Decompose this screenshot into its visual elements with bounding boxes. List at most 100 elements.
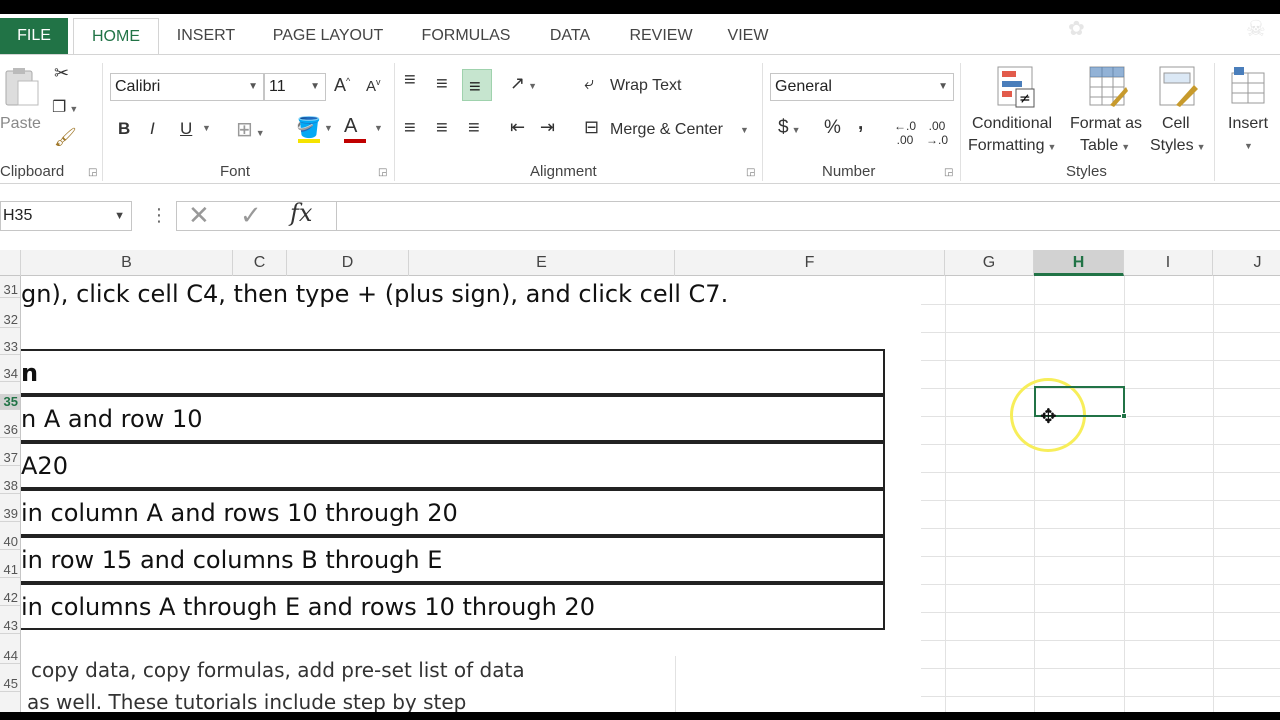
- decrease-decimal-icon[interactable]: .00 →.0: [926, 119, 948, 147]
- row-header-44[interactable]: 44: [0, 648, 20, 664]
- tab-data[interactable]: DATA: [540, 18, 600, 54]
- row-header-41[interactable]: 41: [0, 562, 20, 578]
- cell-styles-icon[interactable]: [1158, 65, 1198, 112]
- select-all-corner[interactable]: [0, 250, 21, 276]
- row-header-37[interactable]: 37: [0, 450, 20, 466]
- chevron-down-icon[interactable]: ▼: [374, 123, 383, 133]
- row-header-38[interactable]: 38: [0, 478, 20, 494]
- chevron-down-icon[interactable]: ▼: [740, 125, 749, 135]
- comma-button[interactable]: ,: [858, 113, 863, 135]
- conditional-formatting-icon[interactable]: ≠: [996, 65, 1036, 112]
- wrap-text-button[interactable]: Wrap Text: [610, 77, 681, 95]
- format-as-table-icon[interactable]: [1088, 65, 1128, 112]
- cut-icon[interactable]: ✂: [54, 63, 69, 84]
- name-box[interactable]: H35 ▼: [0, 201, 132, 231]
- table-row: n A and row 10: [21, 395, 885, 442]
- column-headers: B C D E F G H I J: [0, 250, 1280, 276]
- enter-check-icon[interactable]: ✓: [240, 200, 262, 231]
- row-header-45[interactable]: 45: [0, 676, 20, 692]
- tab-file[interactable]: FILE: [0, 18, 68, 54]
- font-size-select[interactable]: 11 ▼: [264, 73, 326, 101]
- table-cell-text: n A and row 10: [21, 405, 203, 433]
- underline-button[interactable]: U: [180, 119, 192, 139]
- column-header-j[interactable]: J: [1213, 250, 1280, 276]
- more-options-icon[interactable]: ⋮: [150, 205, 168, 226]
- column-header-e[interactable]: E: [409, 250, 675, 276]
- row-header-36[interactable]: 36: [0, 422, 20, 438]
- tab-page-layout[interactable]: PAGE LAYOUT: [266, 18, 390, 54]
- chevron-down-icon[interactable]: ▼: [202, 123, 211, 133]
- row-header-43[interactable]: 43: [0, 618, 20, 634]
- column-header-g[interactable]: G: [945, 250, 1034, 276]
- clipboard-launcher-icon[interactable]: ◲: [88, 167, 97, 178]
- tab-formulas[interactable]: FORMULAS: [414, 18, 518, 54]
- row-header-31[interactable]: 31: [0, 282, 20, 298]
- tab-home[interactable]: HOME: [73, 18, 159, 55]
- conditional-formatting-button[interactable]: Formatting ▼: [968, 137, 1056, 155]
- paste-icon[interactable]: [2, 67, 42, 107]
- row-header-34[interactable]: 34: [0, 366, 20, 382]
- borders-icon[interactable]: ⊞ ▼: [236, 117, 265, 142]
- row-header-39[interactable]: 39: [0, 506, 20, 522]
- top-black-bar: [0, 0, 1280, 14]
- cell-styles-label-1[interactable]: Cell: [1162, 115, 1190, 133]
- column-header-f[interactable]: F: [675, 250, 945, 276]
- tab-review[interactable]: REVIEW: [624, 18, 698, 54]
- chevron-down-icon[interactable]: ▼: [324, 123, 333, 133]
- insert-function-button[interactable]: fx: [290, 199, 312, 227]
- conditional-formatting-label-1[interactable]: Conditional: [972, 115, 1052, 133]
- decrease-font-icon[interactable]: Av: [366, 77, 381, 95]
- italic-button[interactable]: I: [150, 119, 155, 139]
- format-as-table-label-1[interactable]: Format as: [1070, 115, 1142, 133]
- worksheet-grid[interactable]: gn), click cell C4, then type + (plus si…: [21, 276, 1280, 720]
- number-launcher-icon[interactable]: ◲: [944, 167, 953, 178]
- bold-button[interactable]: B: [118, 119, 130, 139]
- orientation-icon[interactable]: ↗ ▼: [510, 73, 537, 94]
- column-header-b[interactable]: B: [21, 250, 233, 276]
- insert-cells-icon[interactable]: [1230, 65, 1268, 108]
- row-header-40[interactable]: 40: [0, 534, 20, 550]
- column-header-i[interactable]: I: [1124, 250, 1213, 276]
- percent-button[interactable]: %: [824, 117, 841, 139]
- fill-handle[interactable]: [1121, 413, 1127, 419]
- font-color-icon[interactable]: A: [344, 115, 357, 138]
- format-painter-icon[interactable]: 🖌: [54, 127, 77, 148]
- align-right-icon[interactable]: ≡: [468, 117, 480, 140]
- font-name-select[interactable]: Calibri ▼: [110, 73, 264, 101]
- formula-input[interactable]: [336, 201, 1280, 231]
- tab-insert[interactable]: INSERT: [168, 18, 244, 54]
- row-header-35[interactable]: 35: [0, 394, 20, 410]
- column-header-h[interactable]: H: [1034, 250, 1124, 276]
- increase-indent-icon[interactable]: ⇥: [540, 117, 555, 138]
- merge-center-icon[interactable]: ⊟: [584, 117, 599, 138]
- top-align-icon[interactable]: ≡: [404, 69, 416, 92]
- column-header-d[interactable]: D: [287, 250, 409, 276]
- wrap-text-icon[interactable]: ⤶: [584, 73, 594, 94]
- cancel-icon[interactable]: ✕: [188, 200, 210, 231]
- alignment-launcher-icon[interactable]: ◲: [746, 167, 755, 178]
- cell-styles-button[interactable]: Styles ▼: [1150, 137, 1206, 155]
- row-header-42[interactable]: 42: [0, 590, 20, 606]
- column-header-c[interactable]: C: [233, 250, 287, 276]
- middle-align-icon[interactable]: ≡: [436, 73, 448, 96]
- tab-view[interactable]: VIEW: [720, 18, 776, 54]
- number-format-select[interactable]: General ▼: [770, 73, 954, 101]
- bottom-align-button[interactable]: ≡: [462, 69, 492, 101]
- insert-button[interactable]: Insert: [1228, 115, 1268, 133]
- fill-color-icon[interactable]: 🪣: [296, 115, 321, 140]
- merge-center-button[interactable]: Merge & Center: [610, 121, 723, 139]
- row-header-32[interactable]: 32: [0, 312, 20, 328]
- font-launcher-icon[interactable]: ◲: [378, 167, 387, 178]
- currency-button[interactable]: $ ▼: [778, 117, 801, 139]
- paste-button[interactable]: Paste: [0, 115, 41, 133]
- format-as-table-button[interactable]: Table ▼: [1080, 137, 1130, 155]
- row-header-33[interactable]: 33: [0, 339, 20, 355]
- increase-font-icon[interactable]: A^: [334, 75, 350, 96]
- align-center-icon[interactable]: ≡: [436, 117, 448, 140]
- align-left-icon[interactable]: ≡: [404, 117, 416, 140]
- increase-decimal-icon[interactable]: ←.0.00: [894, 119, 916, 147]
- gridline: [921, 584, 1280, 585]
- chevron-down-icon[interactable]: ▼: [1244, 141, 1253, 151]
- copy-icon[interactable]: ❐ ▼: [52, 97, 78, 117]
- decrease-indent-icon[interactable]: ⇤: [510, 117, 525, 138]
